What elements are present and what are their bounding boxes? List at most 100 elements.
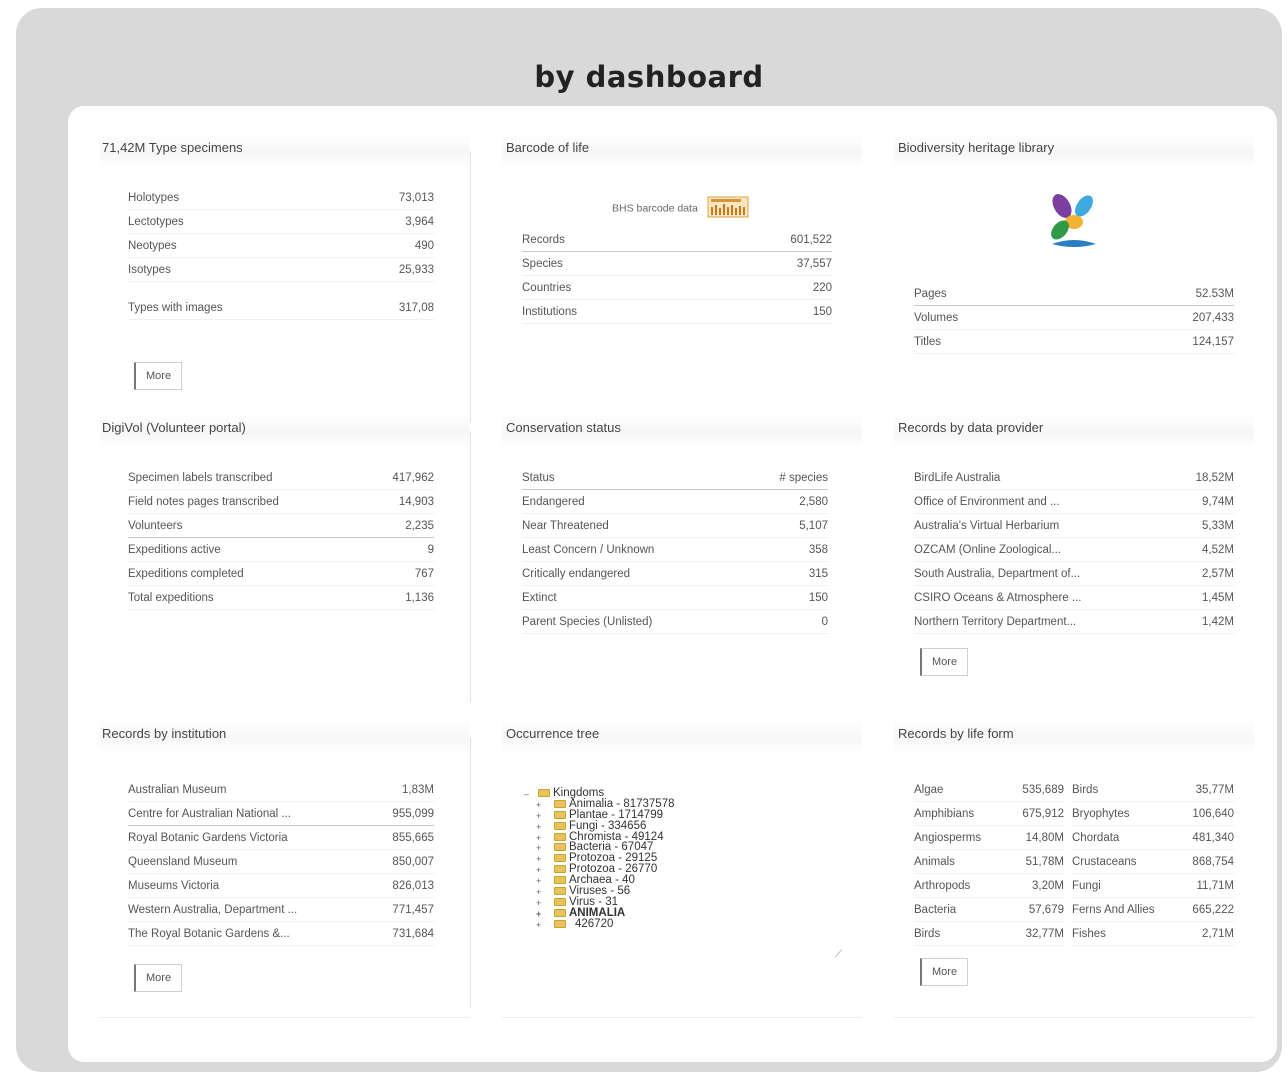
table-row: Critically endangered 315 bbox=[522, 562, 828, 586]
table-row: Lectotypes 3,964 bbox=[128, 210, 434, 234]
table-row: Specimen labels transcribed 417,962 bbox=[128, 466, 434, 490]
bhl-table: Pages 52.53M Volumes 207,433 Titles 124,157 bbox=[914, 282, 1234, 354]
panel-title: DigiVol (Volunteer portal) bbox=[100, 412, 470, 448]
table-row: Amphibians 675,912 bbox=[914, 802, 1064, 826]
table-row: Volumes 207,433 bbox=[914, 306, 1234, 330]
table-row: Australian Museum 1,83M bbox=[128, 778, 434, 802]
panel-title: Records by institution bbox=[100, 718, 470, 754]
folder-icon bbox=[554, 886, 566, 895]
barcode-panel: Barcode of life BHS barcode data Records… bbox=[502, 132, 862, 422]
bhl-logo-icon bbox=[1044, 192, 1104, 253]
table-row: Animals 51,78M bbox=[914, 850, 1064, 874]
table-row: Titles 124,157 bbox=[914, 330, 1234, 354]
panel-title: Biodiversity heritage library bbox=[894, 132, 1254, 168]
table-row: Field notes pages transcribed 14,903 bbox=[128, 490, 434, 514]
page-title: by dashboard bbox=[534, 60, 764, 94]
table-row: Fungi 11,71M bbox=[1072, 874, 1234, 898]
table-row: Chordata 481,340 bbox=[1072, 826, 1234, 850]
table-row: Birds 35,77M bbox=[1072, 778, 1234, 802]
panel-title: Barcode of life bbox=[502, 132, 862, 168]
table-row: Fishes 2,71M bbox=[1072, 922, 1234, 946]
folder-icon bbox=[554, 843, 566, 852]
barcode-table: Records 601,522 Species 37,557 Countries 22… bbox=[522, 228, 832, 324]
table-row: OZCAM (Online Zoological... 4,52M bbox=[914, 538, 1234, 562]
panel-title: Conservation status bbox=[502, 412, 862, 448]
table-row: Types with images 317,08 bbox=[128, 296, 434, 320]
table-row: Australia's Virtual Herbarium 5,33M bbox=[914, 514, 1234, 538]
table-row: Bacteria 57,679 bbox=[914, 898, 1064, 922]
more-button[interactable]: More bbox=[920, 648, 969, 676]
table-row: Holotypes 73,013 bbox=[128, 186, 434, 210]
table-row: CSIRO Oceans & Atmosphere ... 1,45M bbox=[914, 586, 1234, 610]
divider bbox=[470, 152, 471, 422]
barcode-source: BHS barcode data bbox=[612, 196, 749, 221]
table-row: Pages 52.53M bbox=[914, 282, 1234, 306]
folder-icon bbox=[538, 788, 550, 797]
table-row: Volunteers 2,235 bbox=[128, 514, 434, 538]
table-row: Museums Victoria 826,013 bbox=[128, 874, 434, 898]
folder-icon bbox=[554, 832, 566, 841]
table-row: Northern Territory Department... 1,42M bbox=[914, 610, 1234, 634]
tree-node[interactable]: +426720 bbox=[524, 918, 675, 931]
folder-icon bbox=[554, 810, 566, 819]
more-button[interactable]: More bbox=[920, 958, 969, 986]
folder-icon bbox=[554, 865, 566, 874]
table-row: Parent Species (Unlisted) 0 bbox=[522, 610, 828, 634]
table-row: Records 601,522 bbox=[522, 228, 832, 252]
table-row: Ferns And Allies 665,222 bbox=[1072, 898, 1234, 922]
more-button[interactable]: More bbox=[134, 964, 183, 992]
table-row: The Royal Botanic Gardens &... 731,684 bbox=[128, 922, 434, 946]
panel-title: Records by life form bbox=[894, 718, 1254, 754]
table-row: Species 37,557 bbox=[522, 252, 832, 276]
panel-title: 71,42M Type specimens bbox=[100, 132, 470, 168]
folder-icon bbox=[554, 821, 566, 830]
folder-icon bbox=[554, 919, 566, 928]
institution-panel: Records by institution Australian Museum… bbox=[100, 718, 471, 1018]
dashboard-canvas: 71,42M Type specimens Holotypes 73,013 Le… bbox=[68, 106, 1277, 1062]
panel-title: Occurrence tree bbox=[502, 718, 862, 754]
occurrence-tree-panel: Occurrence tree – Kingdoms + Animalia - 81… bbox=[502, 718, 862, 1018]
table-row: Expeditions active 9 bbox=[128, 538, 434, 562]
more-button[interactable]: More bbox=[134, 362, 183, 390]
data-provider-panel: Records by data provider BirdLife Austra… bbox=[894, 412, 1254, 702]
table-row: Isotypes 25,933 bbox=[128, 258, 434, 282]
dashboard-frame: by dashboard 71,42M Type specimens Holot… bbox=[16, 8, 1282, 1072]
conservation-table: Status # species Endangered 2,580 Near Thr… bbox=[522, 466, 828, 634]
table-row: Neotypes 490 bbox=[128, 234, 434, 258]
table-row: Angiosperms 14,80M bbox=[914, 826, 1064, 850]
table-row: South Australia, Department of... 2,57M bbox=[914, 562, 1234, 586]
table-row: Royal Botanic Gardens Victoria 855,665 bbox=[128, 826, 434, 850]
table-row: BirdLife Australia 18,52M bbox=[914, 466, 1234, 490]
folder-icon bbox=[554, 908, 566, 917]
table-row: Near Threatened 5,107 bbox=[522, 514, 828, 538]
folder-icon bbox=[554, 876, 566, 885]
life-form-table-left: Algae 535,689 Amphibians 675,912 Angiosper… bbox=[914, 778, 1064, 946]
table-row: Birds 32,77M bbox=[914, 922, 1064, 946]
table-row: Western Australia, Department ... 771,457 bbox=[128, 898, 434, 922]
life-form-table-right: Birds 35,77M Bryophytes 106,640 Chordata 48… bbox=[1072, 778, 1234, 946]
table-row: Algae 535,689 bbox=[914, 778, 1064, 802]
table-row: Least Concern / Unknown 358 bbox=[522, 538, 828, 562]
resize-handle-icon[interactable]: ⟋ bbox=[835, 949, 842, 960]
table-row: Queensland Museum 850,007 bbox=[128, 850, 434, 874]
conservation-panel: Conservation status Status # species Enda… bbox=[502, 412, 862, 702]
occurrence-tree: – Kingdoms + Animalia - 81737578 + Plantae … bbox=[524, 787, 675, 931]
bhl-panel: Biodiversity heritage library Pages 52.53… bbox=[894, 132, 1254, 422]
folder-icon bbox=[554, 897, 566, 906]
table-row: Institutions 150 bbox=[522, 300, 832, 324]
table-row: Endangered 2,580 bbox=[522, 490, 828, 514]
folder-icon bbox=[554, 854, 566, 863]
type-specimens-panel: 71,42M Type specimens Holotypes 73,013 Le… bbox=[100, 132, 471, 422]
table-row: Extinct 150 bbox=[522, 586, 828, 610]
type-specimens-table: Holotypes 73,013 Lectotypes 3,964 Neotypes… bbox=[128, 186, 434, 320]
institution-table: Australian Museum 1,83M Centre for Austra… bbox=[128, 778, 434, 946]
table-row: Bryophytes 106,640 bbox=[1072, 802, 1234, 826]
table-row: Office of Environment and ... 9,74M bbox=[914, 490, 1234, 514]
life-form-panel: Records by life form Algae 535,689 Amphib… bbox=[894, 718, 1254, 1018]
table-row: Expeditions completed 767 bbox=[128, 562, 434, 586]
expand-icon[interactable]: + bbox=[536, 920, 541, 931]
table-row: Crustaceans 868,754 bbox=[1072, 850, 1234, 874]
folder-icon bbox=[554, 799, 566, 808]
table-row: Centre for Australian National ... 955,09… bbox=[128, 802, 434, 826]
table-row: Total expeditions 1,136 bbox=[128, 586, 434, 610]
